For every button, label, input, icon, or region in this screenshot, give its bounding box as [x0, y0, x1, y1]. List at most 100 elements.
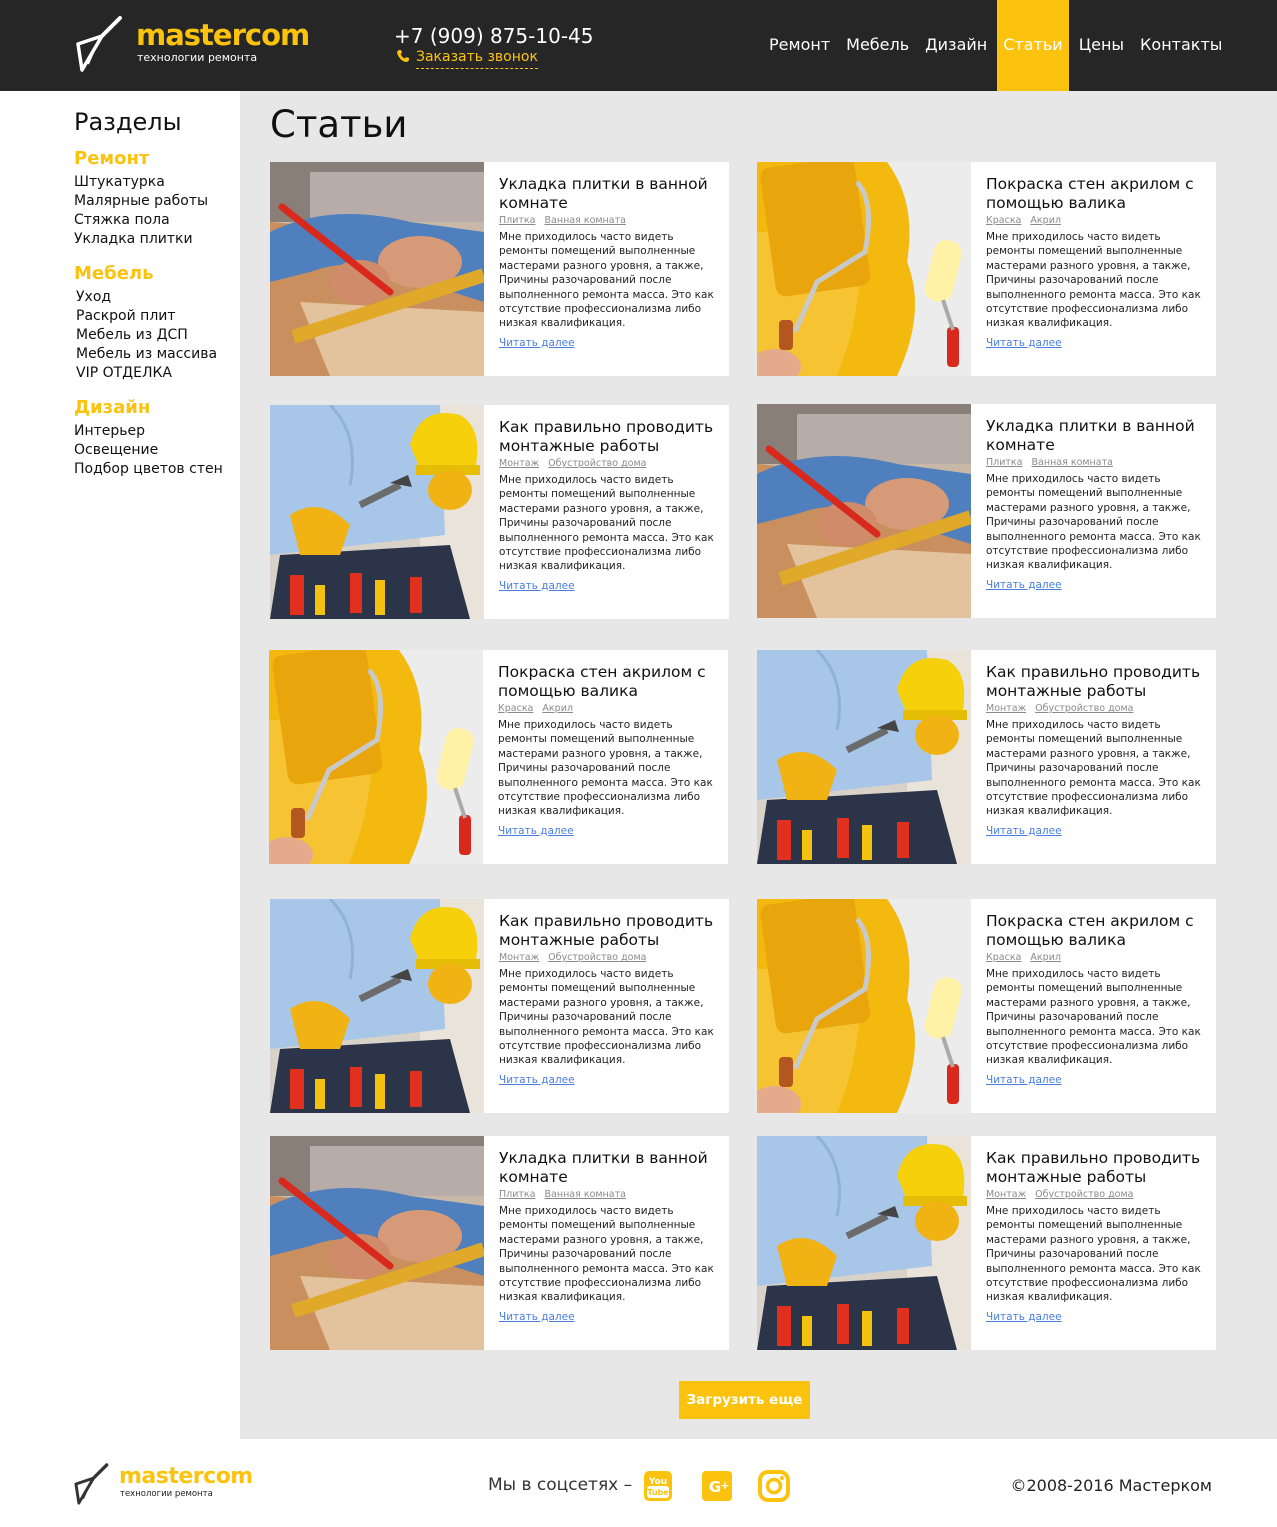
- article-image[interactable]: [270, 405, 484, 619]
- phone-number[interactable]: +7 (909) 875-10-45: [394, 24, 593, 48]
- sidebar-link[interactable]: Стяжка пола: [74, 211, 234, 230]
- article-text: Как правильно проводить монтажные работы…: [986, 1149, 1208, 1324]
- article-image[interactable]: [757, 162, 971, 376]
- nav-kontakty[interactable]: Контакты: [1132, 0, 1230, 91]
- sidebar-group-title[interactable]: Мебель: [74, 263, 234, 284]
- article-description: Мне приходилось часто видеть ремонты пом…: [499, 474, 714, 573]
- sidebar-link[interactable]: Уход: [74, 288, 234, 307]
- sidebar-group-dizain: Дизайн Интерьер Освещение Подбор цветов …: [74, 397, 234, 479]
- article-tag[interactable]: Монтаж: [499, 458, 539, 469]
- article-tag[interactable]: Краска: [986, 215, 1021, 226]
- read-more-link[interactable]: Читать далее: [986, 579, 1062, 591]
- article-card[interactable]: Как правильно проводить монтажные работы…: [270, 405, 729, 619]
- sidebar-link[interactable]: Малярные работы: [74, 192, 234, 211]
- nav-remont[interactable]: Ремонт: [761, 0, 838, 91]
- article-image[interactable]: [270, 899, 484, 1113]
- article-tag[interactable]: Ванная комната: [545, 215, 626, 226]
- article-title[interactable]: Как правильно проводить монтажные работы: [499, 418, 721, 456]
- read-more-link[interactable]: Читать далее: [499, 1074, 575, 1086]
- articles-section: Статьи Укладка плитки в ванной комнате П…: [240, 91, 1277, 1439]
- article-image[interactable]: [270, 162, 484, 376]
- article-card[interactable]: Покраска стен акрилом с помощью валика К…: [269, 650, 728, 864]
- nav-ceny[interactable]: Цены: [1071, 0, 1132, 91]
- article-tag[interactable]: Обустройство дома: [548, 458, 646, 469]
- sidebar-link[interactable]: Мебель из ДСП: [74, 326, 234, 345]
- article-tag[interactable]: Краска: [986, 952, 1021, 963]
- article-card[interactable]: Укладка плитки в ванной комнате Плитка В…: [270, 1136, 729, 1350]
- article-tag[interactable]: Монтаж: [986, 1189, 1026, 1200]
- read-more-link[interactable]: Читать далее: [499, 1311, 575, 1323]
- article-tag[interactable]: Плитка: [499, 215, 535, 226]
- nav-mebel[interactable]: Мебель: [838, 0, 917, 91]
- article-tag[interactable]: Обустройство дома: [1035, 703, 1133, 714]
- read-more-link[interactable]: Читать далее: [986, 337, 1062, 349]
- article-tag[interactable]: Акрил: [542, 703, 573, 714]
- youtube-icon[interactable]: You Tube: [641, 1469, 675, 1503]
- sidebar-group-remont: Ремонт Штукатурка Малярные работы Стяжка…: [74, 148, 234, 249]
- callback-link[interactable]: Заказать звонок: [396, 49, 538, 69]
- nav-dizain[interactable]: Дизайн: [917, 0, 995, 91]
- article-card[interactable]: Как правильно проводить монтажные работы…: [757, 1136, 1216, 1350]
- instagram-icon[interactable]: [757, 1469, 791, 1503]
- article-title[interactable]: Как правильно проводить монтажные работы: [986, 663, 1208, 701]
- article-description: Мне приходилось часто видеть ремонты пом…: [986, 719, 1201, 818]
- sidebar-link[interactable]: Штукатурка: [74, 173, 234, 192]
- article-tag[interactable]: Ванная комната: [1032, 457, 1113, 468]
- sidebar-link[interactable]: VIP ОТДЕЛКА: [74, 364, 234, 383]
- article-tag[interactable]: Акрил: [1030, 215, 1061, 226]
- article-image[interactable]: [757, 650, 971, 864]
- read-more-link[interactable]: Читать далее: [986, 825, 1062, 837]
- article-card[interactable]: Как правильно проводить монтажные работы…: [757, 650, 1216, 864]
- article-image[interactable]: [757, 1136, 971, 1350]
- article-tags: Плитка Ванная комната: [499, 1189, 721, 1200]
- article-image[interactable]: [270, 1136, 484, 1350]
- read-more-link[interactable]: Читать далее: [499, 580, 575, 592]
- read-more-link[interactable]: Читать далее: [986, 1074, 1062, 1086]
- footer-logo[interactable]: mastercom технологии ремонта: [73, 1461, 273, 1507]
- article-tag[interactable]: Плитка: [986, 457, 1022, 468]
- article-image[interactable]: [757, 899, 971, 1113]
- sidebar-group-title[interactable]: Дизайн: [74, 397, 234, 418]
- article-tag[interactable]: Монтаж: [986, 703, 1026, 714]
- article-card[interactable]: Укладка плитки в ванной комнате Плитка В…: [270, 162, 729, 376]
- sidebar-link[interactable]: Интерьер: [74, 422, 234, 441]
- article-tag[interactable]: Ванная комната: [545, 1189, 626, 1200]
- load-more-button[interactable]: Загрузить еще: [679, 1381, 810, 1419]
- article-title[interactable]: Укладка плитки в ванной комнате: [499, 1149, 721, 1187]
- article-tag[interactable]: Краска: [498, 703, 533, 714]
- article-title[interactable]: Покраска стен акрилом с помощью валика: [498, 663, 720, 701]
- read-more-link[interactable]: Читать далее: [499, 337, 575, 349]
- article-image[interactable]: [269, 650, 483, 864]
- article-tag[interactable]: Обустройство дома: [1035, 1189, 1133, 1200]
- article-title[interactable]: Покраска стен акрилом с помощью валика: [986, 912, 1208, 950]
- article-title[interactable]: Укладка плитки в ванной комнате: [499, 175, 721, 213]
- article-title[interactable]: Покраска стен акрилом с помощью валика: [986, 175, 1208, 213]
- sidebar-link[interactable]: Мебель из массива: [74, 345, 234, 364]
- article-tag[interactable]: Обустройство дома: [548, 952, 646, 963]
- svg-text:G: G: [709, 1478, 721, 1496]
- read-more-link[interactable]: Читать далее: [498, 825, 574, 837]
- article-card[interactable]: Покраска стен акрилом с помощью валика К…: [757, 162, 1216, 376]
- article-card[interactable]: Укладка плитки в ванной комнате Плитка В…: [757, 404, 1216, 618]
- article-title[interactable]: Укладка плитки в ванной комнате: [986, 417, 1208, 455]
- article-tag[interactable]: Плитка: [499, 1189, 535, 1200]
- sidebar-link[interactable]: Раскрой плит: [74, 307, 234, 326]
- article-title[interactable]: Как правильно проводить монтажные работы: [986, 1149, 1208, 1187]
- sidebar-link[interactable]: Укладка плитки: [74, 230, 234, 249]
- article-text: Покраска стен акрилом с помощью валика К…: [986, 175, 1208, 350]
- sidebar-link[interactable]: Подбор цветов стен: [74, 460, 234, 479]
- site-logo[interactable]: mastercom технологии ремонта: [74, 14, 314, 74]
- article-tag[interactable]: Акрил: [1030, 952, 1061, 963]
- sidebar-link[interactable]: Освещение: [74, 441, 234, 460]
- read-more-link[interactable]: Читать далее: [986, 1311, 1062, 1323]
- nav-stati[interactable]: Статьи: [997, 0, 1069, 91]
- svg-text:Tube: Tube: [647, 1488, 669, 1497]
- sidebar-group-title[interactable]: Ремонт: [74, 148, 234, 169]
- article-card[interactable]: Покраска стен акрилом с помощью валика К…: [757, 899, 1216, 1113]
- article-title[interactable]: Как правильно проводить монтажные работы: [499, 912, 721, 950]
- google-plus-icon[interactable]: G +: [700, 1469, 734, 1503]
- article-card[interactable]: Как правильно проводить монтажные работы…: [270, 899, 729, 1113]
- site-header: mastercom технологии ремонта +7 (909) 87…: [0, 0, 1277, 91]
- article-image[interactable]: [757, 404, 971, 618]
- article-tag[interactable]: Монтаж: [499, 952, 539, 963]
